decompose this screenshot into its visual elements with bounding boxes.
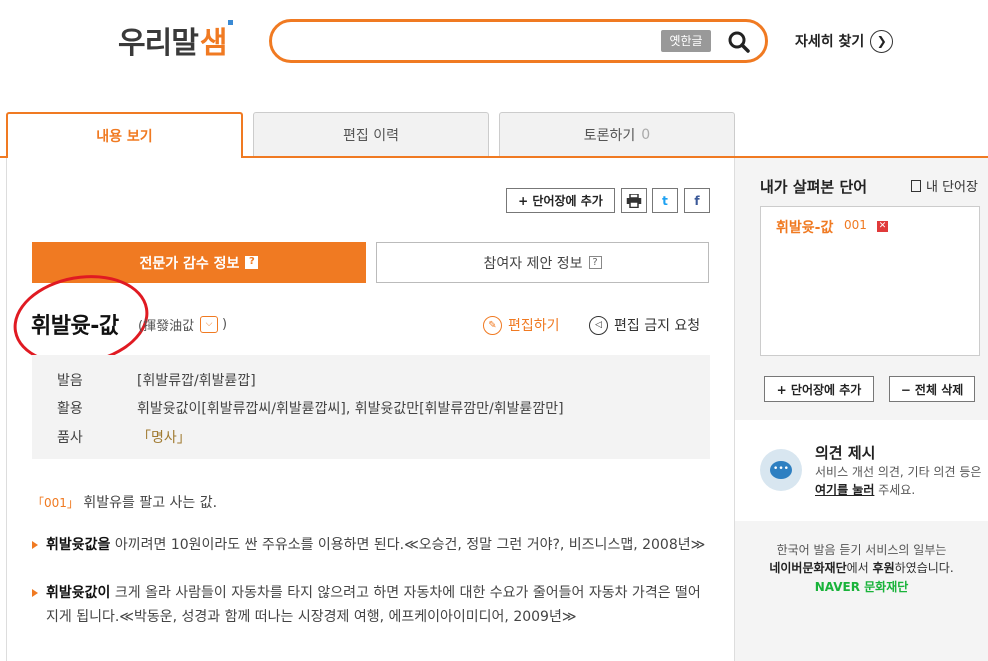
speech-bubble-icon: •••: [760, 449, 802, 491]
info-value: [휘발류깝/휘발륟깝]: [137, 373, 256, 389]
chevron-down-icon[interactable]: ⌵: [200, 316, 219, 333]
sense-text: 휘발유를 팔고 사는 값.: [83, 495, 218, 511]
recent-word-link[interactable]: 휘발윳-값: [776, 217, 833, 237]
part-of-speech-row: 품사 「명사」: [57, 427, 191, 447]
hanja-close: ): [222, 317, 228, 332]
logo-mark: 샘: [200, 18, 233, 62]
search-box: 옛한글: [269, 19, 768, 63]
print-icon[interactable]: [621, 188, 647, 213]
opinion-desc-text: 서비스 개선 의견, 기타 의견 등은: [815, 465, 982, 479]
example-keyword: 휘발윳값을: [46, 537, 111, 553]
twitter-icon[interactable]: t: [652, 188, 678, 213]
opinion-title: 의견 제시: [815, 444, 876, 462]
sponsor-text: 한국어 발음 듣기 서비스의 일부는: [776, 543, 947, 557]
word-info-box: 발음 [휘발류깝/휘발륟깝] 활용 휘발윳값이[휘발류깝씨/휘발륟깝씨], 휘발…: [32, 355, 710, 459]
info-value: 휘발윳값이[휘발류깝씨/휘발륟깝씨], 휘발윳값만[휘발류깜만/휘발륟깜만]: [137, 401, 564, 417]
recent-word-number: 001: [844, 218, 867, 232]
add-to-wordbook-button[interactable]: + 단어장에 추가: [506, 188, 615, 213]
side-add-to-wordbook-button[interactable]: + 단어장에 추가: [764, 376, 874, 402]
tab-history[interactable]: 편집 이력: [253, 112, 489, 156]
chevron-right-icon: ❯: [870, 29, 894, 53]
recent-words-title: 내가 살펴본 단어: [760, 178, 868, 196]
facebook-icon[interactable]: f: [684, 188, 710, 213]
tab-discuss-label: 토론하기: [583, 127, 636, 144]
sponsor-text-part: 후원: [872, 561, 895, 575]
logo[interactable]: 우리말 샘: [118, 18, 233, 62]
hanja-text: (揮發油값: [138, 319, 195, 334]
pencil-icon: ✎: [483, 315, 502, 335]
example-keyword: 휘발윳값이: [46, 585, 111, 601]
sense-number: 「001」: [32, 496, 79, 510]
pronunciation-row: 발음 [휘발류깝/휘발륟깝]: [57, 370, 256, 390]
example-sentence: 휘발윳값을 아끼려면 10원이라도 싼 주유소를 이용하면 된다.≪오승건, 정…: [32, 533, 712, 557]
sponsor-text: 네이버문화재단에서 후원하였습니다.: [735, 559, 988, 576]
search-icon[interactable]: [727, 30, 751, 54]
naver-foundation-logo[interactable]: NAVER 문화재단: [735, 578, 988, 595]
logo-text: 우리말: [118, 26, 199, 61]
example-sentence: 휘발윳값이 크게 올라 사람들이 자동차를 타지 않으려고 하면 자동차에 대한…: [32, 581, 712, 629]
info-label: 발음: [57, 373, 83, 389]
help-icon[interactable]: ?: [245, 256, 259, 269]
info-label: 활용: [57, 401, 83, 417]
tab-discuss[interactable]: 토론하기 0: [499, 112, 735, 156]
edit-button[interactable]: ✎ 편집하기: [483, 315, 560, 335]
example-text: 아끼려면 10원이라도 싼 주유소를 이용하면 된다.≪오승건, 정말 그런 거…: [110, 537, 706, 553]
delete-icon[interactable]: ✕: [877, 221, 888, 232]
detail-search-label: 자세히 찾기: [795, 34, 865, 50]
sponsor-text-part: 하였습니다.: [894, 561, 954, 575]
opinion-desc-text: 주세요.: [874, 483, 916, 497]
old-hangul-button[interactable]: 옛한글: [661, 30, 711, 52]
edit-block-request-button[interactable]: ◁ 편집 금지 요청: [589, 315, 700, 335]
conjugation-row: 활용 휘발윳값이[휘발류깝씨/휘발륟깝씨], 휘발윳값만[휘발류깜만/휘발륟깜만…: [57, 398, 564, 418]
sponsor-text-part: 에서: [846, 561, 873, 575]
subtab-participant-label: 참여자 제안 정보: [483, 255, 583, 272]
info-label: 품사: [57, 430, 83, 446]
opinion-description: 서비스 개선 의견, 기타 의견 등은 여기를 눌러 주세요.: [815, 463, 985, 499]
help-icon[interactable]: ?: [588, 256, 602, 269]
example-text: 크게 올라 사람들이 자동차를 타지 않으려고 하면 자동차에 대한 수요가 줄…: [46, 585, 701, 625]
subtab-participant-suggestion[interactable]: 참여자 제안 정보 ?: [376, 242, 709, 283]
edit-label: 편집하기: [508, 318, 560, 334]
edit-block-label: 편집 금지 요청: [614, 318, 701, 334]
sense-definition: 「001」 휘발유를 팔고 사는 값.: [32, 492, 217, 512]
document-icon: [911, 179, 921, 192]
discuss-count: 0: [641, 126, 651, 143]
detail-search-link[interactable]: 자세히 찾기 ❯: [795, 28, 894, 54]
recent-words-list: 휘발윳-값 001 ✕: [760, 206, 980, 356]
megaphone-icon: ◁: [589, 315, 608, 335]
clear-all-button[interactable]: − 전체 삭제: [889, 376, 975, 402]
hanja-origin: (揮發油값 ⌵ ): [138, 315, 227, 334]
sponsor-org: 네이버문화재단: [769, 561, 847, 575]
my-wordbook-link[interactable]: 내 단어장: [911, 176, 978, 195]
my-wordbook-label: 내 단어장: [926, 180, 978, 195]
info-value: 「명사」: [137, 430, 191, 446]
opinion-link[interactable]: 여기를 눌러: [815, 483, 874, 497]
tab-view[interactable]: 내용 보기: [6, 112, 243, 158]
subtab-expert-label: 전문가 감수 정보: [139, 255, 240, 272]
search-input[interactable]: [290, 31, 650, 51]
